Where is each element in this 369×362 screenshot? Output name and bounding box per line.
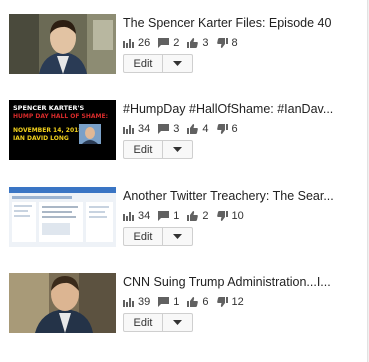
inset-photo (79, 124, 101, 144)
likes-stat: 3 (187, 37, 209, 49)
likes-count: 4 (202, 123, 209, 135)
comment-icon (158, 124, 170, 134)
likes-count: 3 (202, 37, 209, 49)
video-stats: 34 3 4 6 (123, 122, 246, 136)
video-actions: Edit (123, 313, 193, 333)
comments-stat: 1 (158, 296, 179, 308)
dislikes-stat: 8 (216, 37, 238, 49)
thumbs-up-icon (187, 211, 199, 221)
dislikes-count: 6 (231, 123, 238, 135)
video-row: The Spencer Karter Files: Episode 40 26 … (9, 14, 359, 80)
comments-stat: 3 (158, 123, 179, 135)
views-count: 34 (138, 123, 151, 135)
video-list-panel: The Spencer Karter Files: Episode 40 26 … (0, 0, 368, 362)
comments-count: 2 (173, 37, 180, 49)
thumb-text-line: NOVEMBER 14, 2018: (13, 127, 85, 134)
video-actions: Edit (123, 227, 193, 247)
video-actions: Edit (123, 54, 193, 74)
webcam-person-thumbnail (9, 14, 116, 74)
likes-stat: 6 (187, 296, 209, 308)
bar-chart-icon (123, 298, 134, 307)
likes-count: 2 (202, 210, 209, 222)
dislikes-count: 12 (231, 296, 244, 308)
likes-stat: 4 (187, 123, 209, 135)
comments-stat: 2 (158, 37, 179, 49)
dislikes-count: 8 (231, 37, 238, 49)
video-title[interactable]: CNN Suing Trump Administration...I... (123, 274, 348, 290)
edit-button[interactable]: Edit (123, 227, 163, 246)
video-stats: 34 1 2 10 (123, 209, 252, 223)
views-stat: 26 (123, 37, 150, 49)
thumbs-up-icon (187, 38, 199, 48)
video-thumbnail[interactable] (9, 273, 116, 333)
thumbs-down-icon (216, 211, 228, 221)
video-row: CNN Suing Trump Administration...I... 39… (9, 273, 359, 339)
video-row: SPENCER KARTER'S HUMP DAY HALL OF SHAME:… (9, 100, 359, 166)
more-options-button[interactable] (163, 54, 193, 73)
video-stats: 39 1 6 12 (123, 295, 252, 309)
comments-count: 3 (173, 123, 180, 135)
thumb-text-line: HUMP DAY HALL OF SHAME: (13, 113, 108, 120)
bar-chart-icon (123, 125, 134, 134)
comments-count: 1 (173, 296, 180, 308)
views-stat: 39 (123, 296, 150, 308)
video-thumbnail[interactable]: SPENCER KARTER'S HUMP DAY HALL OF SHAME:… (9, 100, 116, 160)
caret-down-icon (173, 61, 182, 66)
views-count: 34 (138, 210, 151, 222)
comments-count: 1 (173, 210, 180, 222)
thumbs-down-icon (216, 38, 228, 48)
video-title[interactable]: Another Twitter Treachery: The Sear... (123, 188, 348, 204)
comment-icon (158, 38, 170, 48)
video-stats: 26 2 3 8 (123, 36, 246, 50)
dislikes-count: 10 (231, 210, 244, 222)
thumb-text-line: SPENCER KARTER'S (13, 104, 85, 112)
comment-icon (158, 211, 170, 221)
thumbs-up-icon (187, 124, 199, 134)
dislikes-stat: 12 (216, 296, 244, 308)
video-thumbnail[interactable] (9, 187, 116, 247)
edit-button[interactable]: Edit (123, 54, 163, 73)
video-thumbnail[interactable] (9, 14, 116, 74)
video-actions: Edit (123, 140, 193, 160)
dislikes-stat: 10 (216, 210, 244, 222)
thumbs-down-icon (216, 124, 228, 134)
caret-down-icon (173, 320, 182, 325)
thumb-text-line: IAN DAVID LONG (13, 135, 69, 142)
comment-icon (158, 297, 170, 307)
video-row: Another Twitter Treachery: The Sear... 3… (9, 187, 359, 253)
bar-chart-icon (123, 39, 134, 48)
thumbs-up-icon (187, 297, 199, 307)
more-options-button[interactable] (163, 227, 193, 246)
likes-count: 6 (202, 296, 209, 308)
twitter-screenshot-thumbnail (9, 187, 116, 247)
more-options-button[interactable] (163, 313, 193, 332)
comments-stat: 1 (158, 210, 179, 222)
caret-down-icon (173, 147, 182, 152)
thumbs-down-icon (216, 297, 228, 307)
video-title[interactable]: The Spencer Karter Files: Episode 40 (123, 15, 348, 31)
views-stat: 34 (123, 210, 150, 222)
webcam-person-thumbnail (9, 273, 116, 333)
video-title[interactable]: #HumpDay #HallOfShame: #IanDav... (123, 101, 348, 117)
views-count: 26 (138, 37, 151, 49)
edit-button[interactable]: Edit (123, 140, 163, 159)
caret-down-icon (173, 234, 182, 239)
edit-button[interactable]: Edit (123, 313, 163, 332)
views-stat: 34 (123, 123, 150, 135)
more-options-button[interactable] (163, 140, 193, 159)
views-count: 39 (138, 296, 151, 308)
likes-stat: 2 (187, 210, 209, 222)
dislikes-stat: 6 (216, 123, 238, 135)
bar-chart-icon (123, 212, 134, 221)
